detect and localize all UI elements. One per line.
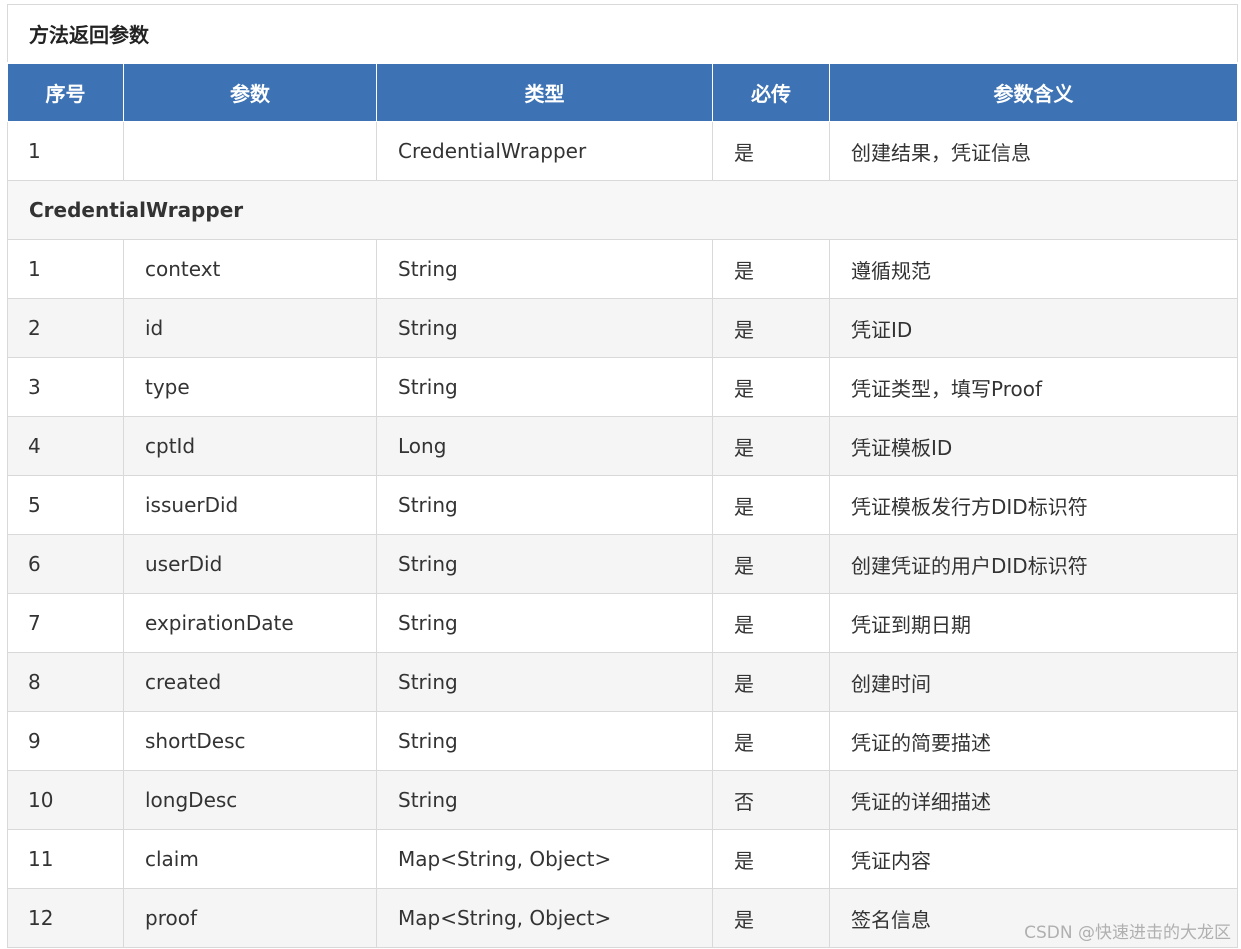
cell-required: 是 xyxy=(712,121,830,181)
header-required: 必传 xyxy=(712,61,830,122)
cell-description: 凭证的简要描述 xyxy=(828,711,1239,771)
cell-param: shortDesc xyxy=(123,711,377,771)
cell-type: Map<String, Object> xyxy=(376,829,713,889)
cell-required: 是 xyxy=(712,239,830,299)
cell-required: 是 xyxy=(712,829,830,889)
cell-type: Long xyxy=(376,416,713,476)
cell-type: String xyxy=(376,298,713,358)
header-type: 类型 xyxy=(376,61,713,122)
cell-required: 是 xyxy=(712,357,830,417)
cell-description: 创建凭证的用户DID标识符 xyxy=(828,534,1239,594)
table-caption: 方法返回参数 xyxy=(6,4,1239,63)
header-index: 序号 xyxy=(7,61,124,122)
table-row: 2 id String 是凭证ID xyxy=(7,298,1239,358)
section-row: CredentialWrapper xyxy=(6,180,1239,240)
cell-type: String xyxy=(376,239,713,299)
cell-param: type xyxy=(123,357,377,417)
cell-index: 4 xyxy=(7,416,124,476)
cell-type: String xyxy=(376,534,713,594)
cell-description: 创建时间 xyxy=(828,652,1239,712)
cell-required: 是 xyxy=(712,593,830,653)
cell-description: 凭证模板ID xyxy=(828,416,1239,476)
cell-description: 凭证到期日期 xyxy=(828,593,1239,653)
table-row: 1 context String 是遵循规范 xyxy=(7,239,1239,299)
cell-index: 6 xyxy=(7,534,124,594)
table-caption-row: 方法返回参数 xyxy=(6,4,1239,63)
header-description: 参数含义 xyxy=(828,61,1239,122)
cell-required: 是 xyxy=(712,475,830,535)
table-row: 5 issuerDid String 是凭证模板发行方DID标识符 xyxy=(7,475,1239,535)
cell-index: 3 xyxy=(7,357,124,417)
cell-param: longDesc xyxy=(123,770,377,830)
cell-param: userDid xyxy=(123,534,377,594)
table-row: 10 longDesc String 否凭证的详细描述 xyxy=(7,770,1239,830)
table-row: 7 expirationDate String 是凭证到期日期 xyxy=(7,593,1239,653)
cell-param: context xyxy=(123,239,377,299)
cell-index: 12 xyxy=(7,888,124,948)
cell-index: 10 xyxy=(7,770,124,830)
cell-param: claim xyxy=(123,829,377,889)
table-row: 8 created String 是创建时间 xyxy=(7,652,1239,712)
return-params-table: 方法返回参数 序号 参数 类型 必传 参数含义 1 CredentialWrap… xyxy=(6,4,1239,948)
table-row: 3 type String 是凭证类型，填写Proof xyxy=(7,357,1239,417)
cell-index: 11 xyxy=(7,829,124,889)
cell-type: String xyxy=(376,711,713,771)
cell-required: 是 xyxy=(712,888,830,948)
table-row: 1 CredentialWrapper 是 创建结果，凭证信息 xyxy=(7,121,1239,181)
header-param: 参数 xyxy=(123,61,377,122)
cell-required: 否 xyxy=(712,770,830,830)
cell-description: 凭证内容 xyxy=(828,829,1239,889)
cell-required: 是 xyxy=(712,534,830,594)
cell-type: Map<String, Object> xyxy=(376,888,713,948)
cell-param: expirationDate xyxy=(123,593,377,653)
cell-index: 1 xyxy=(7,121,124,181)
cell-type: String xyxy=(376,593,713,653)
cell-description: 凭证ID xyxy=(828,298,1239,358)
cell-required: 是 xyxy=(712,711,830,771)
cell-index: 1 xyxy=(7,239,124,299)
cell-required: 是 xyxy=(712,298,830,358)
cell-param: issuerDid xyxy=(123,475,377,535)
cell-index: 8 xyxy=(7,652,124,712)
cell-index: 2 xyxy=(7,298,124,358)
table-row: 6 userDid String 是创建凭证的用户DID标识符 xyxy=(7,534,1239,594)
cell-type: String xyxy=(376,475,713,535)
section-title: CredentialWrapper xyxy=(6,180,1239,240)
cell-index: 9 xyxy=(7,711,124,771)
table-row: 9 shortDesc String 是凭证的简要描述 xyxy=(7,711,1239,771)
cell-type: String xyxy=(376,652,713,712)
cell-param: cptId xyxy=(123,416,377,476)
cell-param xyxy=(123,121,377,181)
cell-type: String xyxy=(376,770,713,830)
table-header-row: 序号 参数 类型 必传 参数含义 xyxy=(7,61,1239,122)
table-row: 11 claim Map<String, Object> 是凭证内容 xyxy=(7,829,1239,889)
cell-type: CredentialWrapper xyxy=(376,121,713,181)
cell-description: 凭证的详细描述 xyxy=(828,770,1239,830)
cell-description: 凭证模板发行方DID标识符 xyxy=(828,475,1239,535)
cell-param: created xyxy=(123,652,377,712)
cell-index: 5 xyxy=(7,475,124,535)
watermark: CSDN @快速进击的大龙区 xyxy=(1024,923,1231,943)
cell-description: 遵循规范 xyxy=(828,239,1239,299)
cell-index: 7 xyxy=(7,593,124,653)
cell-param: id xyxy=(123,298,377,358)
table-row: 4 cptId Long 是凭证模板ID xyxy=(7,416,1239,476)
cell-type: String xyxy=(376,357,713,417)
cell-required: 是 xyxy=(712,416,830,476)
cell-description: 凭证类型，填写Proof xyxy=(828,357,1239,417)
cell-param: proof xyxy=(123,888,377,948)
cell-description: 创建结果，凭证信息 xyxy=(828,121,1239,181)
cell-required: 是 xyxy=(712,652,830,712)
